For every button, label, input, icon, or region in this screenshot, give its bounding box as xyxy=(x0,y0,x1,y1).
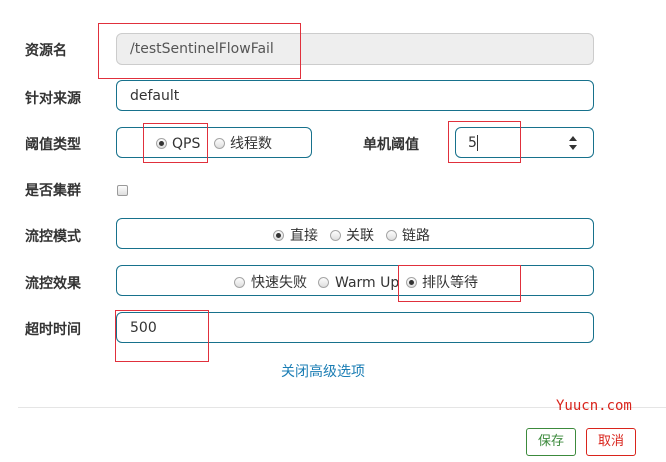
flow-effect-label: 流控效果 xyxy=(25,276,81,292)
flow-mode-chain-label[interactable]: 链路 xyxy=(402,226,430,246)
threshold-type-group: QPS 线程数 xyxy=(116,127,312,158)
flow-mode-relate-label[interactable]: 关联 xyxy=(346,226,374,246)
threshold-type-qps-label[interactable]: QPS xyxy=(172,134,200,154)
flow-mode-direct-label[interactable]: 直接 xyxy=(290,226,318,246)
flow-mode-group: 直接 关联 链路 xyxy=(116,218,594,249)
flow-effect-fast-fail-label[interactable]: 快速失败 xyxy=(251,273,307,293)
flow-mode-direct-radio[interactable] xyxy=(273,230,284,241)
flow-mode-chain-radio[interactable] xyxy=(386,230,397,241)
timeout-input[interactable]: 500 xyxy=(116,312,594,343)
cancel-button[interactable]: 取消 xyxy=(586,428,636,456)
flow-effect-queue-label[interactable]: 排队等待 xyxy=(422,273,478,293)
number-spinner-icon[interactable] xyxy=(568,135,578,151)
text-cursor xyxy=(477,135,478,151)
threshold-type-qps-radio[interactable] xyxy=(156,138,167,149)
flow-mode-relate-radio[interactable] xyxy=(330,230,341,241)
resource-name-field: /testSentinelFlowFail xyxy=(116,33,594,65)
advanced-options-toggle-link[interactable]: 关闭高级选项 xyxy=(281,361,365,381)
resource-name-value: /testSentinelFlowFail xyxy=(130,41,274,57)
limit-app-input[interactable]: default xyxy=(116,80,594,111)
threshold-count-input[interactable]: 5 xyxy=(455,127,594,158)
limit-app-label: 针对来源 xyxy=(25,91,81,107)
flow-effect-warmup-radio[interactable] xyxy=(318,277,329,288)
threshold-type-thread-label[interactable]: 线程数 xyxy=(230,134,272,154)
threshold-count-label: 单机阈值 xyxy=(363,137,419,153)
save-button[interactable]: 保存 xyxy=(526,428,576,456)
cluster-mode-label: 是否集群 xyxy=(25,183,81,199)
flow-effect-fast-fail-radio[interactable] xyxy=(234,277,245,288)
watermark-text: Yuucn.com xyxy=(556,398,632,414)
timeout-label: 超时时间 xyxy=(25,322,81,338)
cluster-mode-checkbox[interactable] xyxy=(117,185,128,196)
flow-effect-group: 快速失败 Warm Up 排队等待 xyxy=(116,265,594,296)
threshold-type-label: 阈值类型 xyxy=(25,137,81,153)
limit-app-value: default xyxy=(130,88,180,104)
threshold-count-value: 5 xyxy=(468,135,477,151)
resource-name-label: 资源名 xyxy=(25,43,67,59)
flow-effect-queue-radio[interactable] xyxy=(406,277,417,288)
threshold-type-thread-radio[interactable] xyxy=(214,138,225,149)
flow-mode-label: 流控模式 xyxy=(25,229,81,245)
timeout-value: 500 xyxy=(130,320,157,336)
flow-effect-warmup-label[interactable]: Warm Up xyxy=(335,273,399,293)
